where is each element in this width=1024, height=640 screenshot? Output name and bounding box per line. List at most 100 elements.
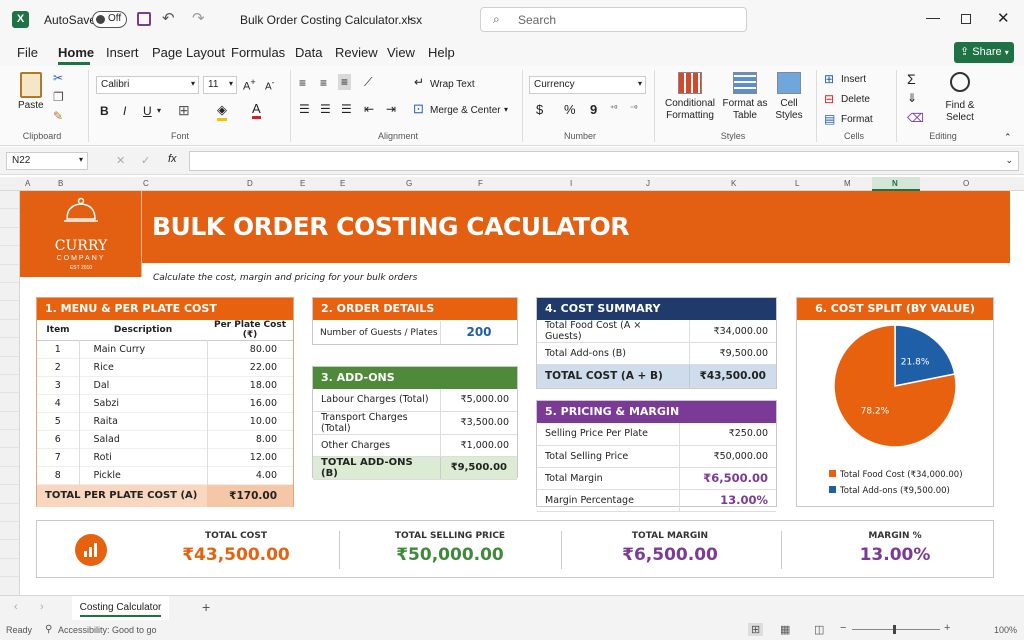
underline-chevron-icon[interactable]: ▾ [157,106,161,115]
search-input[interactable]: Search [518,13,556,27]
row-value[interactable]: ₹34,000.00 [688,320,776,343]
align-right-icon[interactable]: ☰ [341,102,352,116]
row-header-cell[interactable] [0,504,19,523]
bold-button[interactable]: B [100,104,109,118]
row-header-cell[interactable] [0,540,19,559]
row-header-cell[interactable] [0,559,19,578]
row-header-cell[interactable] [0,375,19,394]
row-header-cell[interactable] [0,448,19,467]
comma-style-button[interactable]: 9 [590,102,597,117]
row-header-cell[interactable] [0,246,19,265]
row-header-cell[interactable] [0,301,19,320]
row-value[interactable]: ₹5,000.00 [439,389,517,412]
align-bottom-icon[interactable]: ≡ [338,74,352,90]
menu-formulas[interactable]: Formulas [231,45,285,60]
align-top-icon[interactable]: ≡ [299,76,306,90]
col-header[interactable]: E [340,179,345,188]
align-center-icon[interactable]: ☰ [320,102,331,116]
font-color-icon[interactable]: A [252,101,261,119]
row-header-cell[interactable] [0,320,19,339]
insert-cells-button[interactable]: Insert [841,74,866,85]
next-sheet-icon[interactable]: › [40,601,44,613]
format-cells-icon[interactable]: ▤ [824,112,835,126]
accessibility-icon[interactable]: ⚲ [45,624,52,635]
worksheet[interactable]: CURRY COMPANY EST 2010 BULK ORDER COSTIN… [20,191,1024,595]
row-header-cell[interactable] [0,577,19,596]
row-value[interactable]: 13.00% [678,489,776,512]
col-header[interactable]: M [844,179,851,188]
row-header-cell[interactable] [0,228,19,247]
row-header-cell[interactable] [0,393,19,412]
format-cells-button[interactable]: Format [841,114,873,125]
row-header-cell[interactable] [0,485,19,504]
collapse-ribbon-icon[interactable]: ⌃ [1004,132,1012,143]
row-header-cell[interactable] [0,357,19,375]
row-header-cell[interactable] [0,412,19,431]
col-header[interactable]: J [646,179,650,188]
row-header-cell[interactable] [0,265,19,283]
save-icon[interactable] [137,12,151,26]
zoom-slider[interactable] [852,625,940,634]
cell-styles-button[interactable]: Cell Styles [768,98,810,122]
menu-file[interactable]: File [17,45,38,60]
align-left-icon[interactable]: ☰ [299,102,310,116]
align-middle-icon[interactable]: ≡ [320,76,327,90]
italic-button[interactable]: I [123,104,126,118]
zoom-level[interactable]: 100% [994,625,1017,635]
restore-icon[interactable] [961,14,971,24]
row-value[interactable]: ₹50,000.00 [678,445,776,468]
minimize-icon[interactable]: — [926,9,940,25]
expand-formula-icon[interactable]: ⌄ [1005,155,1013,166]
col-header[interactable]: L [795,179,799,188]
underline-button[interactable]: U [143,104,152,118]
menu-home[interactable]: Home [58,45,94,60]
share-button[interactable]: ⇪ Share ▾ [954,42,1014,63]
col-header[interactable]: C [143,179,149,188]
insert-function-button[interactable]: fx [168,153,177,165]
merge-center-button[interactable]: Merge & Center [430,105,501,116]
conditional-formatting-icon[interactable] [678,72,702,94]
item-cost[interactable]: 18.00 [206,376,293,395]
col-header-active[interactable]: N [892,179,898,188]
merge-center-icon[interactable]: ⊡ [413,101,424,117]
autosum-icon[interactable]: Σ [907,71,916,87]
menu-help[interactable]: Help [428,45,455,60]
row-header-cell[interactable] [0,430,19,449]
zoom-slider-thumb[interactable] [893,625,896,634]
delete-cells-button[interactable]: Delete [841,94,870,105]
col-header[interactable]: G [406,179,412,188]
item-cost[interactable]: 12.00 [206,448,293,467]
row-value[interactable]: ₹1,000.00 [439,434,517,457]
format-as-table-icon[interactable] [733,72,757,94]
find-select-icon[interactable] [950,72,970,92]
wrap-text-button[interactable]: Wrap Text [430,79,475,90]
item-cost[interactable]: 22.00 [206,358,293,377]
paste-icon[interactable] [20,72,42,98]
borders-icon[interactable]: ⊞ [178,102,190,119]
guests-input[interactable]: 200 [440,321,517,344]
page-layout-view-icon[interactable]: ▦ [780,623,790,636]
menu-page-layout[interactable]: Page Layout [152,45,225,60]
increase-indent-icon[interactable]: ⇥ [386,102,396,116]
font-size-select[interactable]: 11 ▾ [203,76,237,94]
autosave-toggle[interactable]: Off [92,11,127,28]
row-header-cell[interactable] [0,209,19,228]
item-cost[interactable]: 8.00 [206,430,293,449]
item-cost[interactable]: 4.00 [206,466,293,485]
delete-cells-icon[interactable]: ⊟ [824,92,834,106]
currency-button[interactable]: $ [536,102,543,117]
prev-sheet-icon[interactable]: ‹ [14,601,18,613]
row-header-cell[interactable] [0,191,19,210]
decrease-decimal-icon[interactable]: ⁻⁰ [630,104,637,113]
row-value[interactable]: ₹6,500.00 [678,467,776,490]
item-cost[interactable]: 10.00 [206,412,293,431]
grow-font-icon[interactable]: A+ [243,77,256,93]
status-accessibility[interactable]: Accessibility: Good to go [58,625,157,635]
close-icon[interactable]: ✕ [997,9,1010,27]
row-value[interactable]: ₹250.00 [678,423,776,446]
col-header[interactable]: E [300,179,305,188]
menu-review[interactable]: Review [335,45,378,60]
row-value[interactable]: ₹3,500.00 [439,411,517,435]
wrap-text-icon[interactable]: ↵ [414,75,424,89]
item-cost[interactable]: 16.00 [206,394,293,413]
